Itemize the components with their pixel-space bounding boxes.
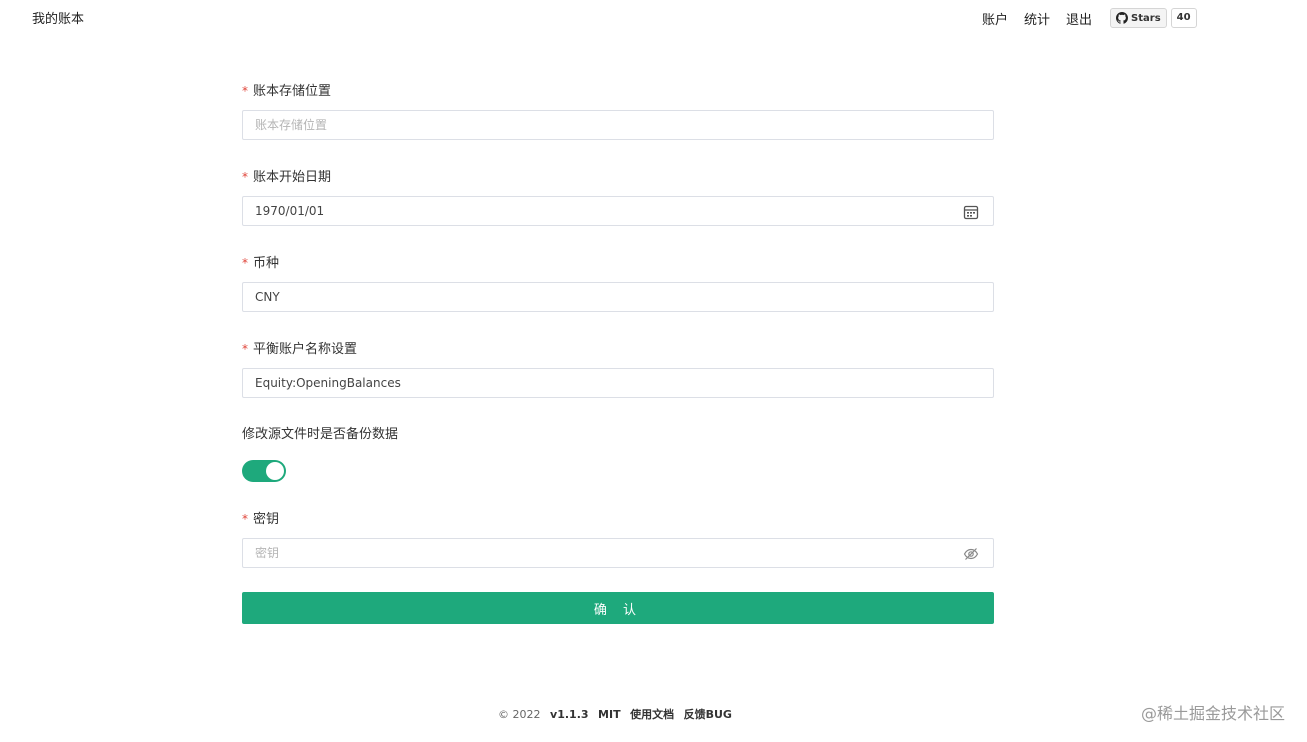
start-date-input[interactable] — [243, 197, 945, 225]
eye-off-icon[interactable] — [963, 546, 979, 562]
nav-item-accounts[interactable]: 账户 — [982, 9, 1008, 28]
storage-field — [242, 110, 994, 140]
github-stars-button[interactable]: Stars — [1110, 8, 1167, 28]
start-date-label: * 账本开始日期 — [242, 168, 994, 186]
secret-label: * 密钥 — [242, 510, 994, 528]
secret-label-text: 密钥 — [253, 512, 280, 527]
watermark: @稀土掘金技术社区 — [1140, 704, 1285, 723]
calendar-icon[interactable] — [963, 204, 979, 220]
storage-label-text: 账本存储位置 — [253, 84, 332, 99]
toggle-knob — [266, 462, 284, 480]
required-mark: * — [242, 256, 248, 270]
currency-input[interactable] — [243, 283, 945, 311]
required-mark: * — [242, 170, 248, 184]
github-icon — [1116, 12, 1129, 24]
nav-item-logout[interactable]: 退出 — [1066, 9, 1092, 28]
balance-account-label-text: 平衡账户名称设置 — [253, 342, 358, 357]
footer-license-link[interactable]: MIT — [598, 708, 621, 721]
storage-location-input[interactable] — [243, 111, 945, 139]
required-mark: * — [242, 512, 248, 526]
secret-field-group: * 密钥 — [242, 510, 994, 568]
secret-input[interactable] — [243, 539, 945, 567]
github-stars-label: Stars — [1131, 12, 1161, 24]
storage-label: * 账本存储位置 — [242, 82, 994, 100]
confirm-button[interactable]: 确 认 — [242, 592, 994, 624]
balance-account-label: * 平衡账户名称设置 — [242, 340, 994, 358]
backup-toggle-switch[interactable] — [242, 460, 286, 482]
currency-label: * 币种 — [242, 254, 994, 272]
nav-item-stats[interactable]: 统计 — [1024, 9, 1050, 28]
currency-field — [242, 282, 994, 312]
github-stars-widget: Stars 40 — [1110, 8, 1197, 28]
github-stars-count[interactable]: 40 — [1170, 8, 1197, 28]
app-title: 我的账本 — [32, 12, 85, 27]
footer: © 2022 v1.1.3 MIT 使用文档 反馈BUG — [0, 706, 1230, 722]
top-navbar: 我的账本 账户 统计 退出 Stars 40 — [0, 0, 1307, 36]
start-date-field-group: * 账本开始日期 — [242, 168, 994, 226]
footer-version: v1.1.3 — [550, 708, 589, 721]
balance-account-field-group: * 平衡账户名称设置 — [242, 340, 994, 398]
footer-docs-link[interactable]: 使用文档 — [630, 708, 674, 721]
nav-menu: 账户 统计 退出 Stars 40 — [982, 8, 1197, 28]
start-date-field — [242, 196, 994, 226]
currency-label-text: 币种 — [253, 256, 280, 271]
secret-field — [242, 538, 994, 568]
required-mark: * — [242, 84, 248, 98]
storage-field-group: * 账本存储位置 — [242, 82, 994, 140]
balance-account-input[interactable] — [243, 369, 945, 397]
backup-label: 修改源文件时是否备份数据 — [242, 427, 399, 442]
settings-form: * 账本存储位置 * 账本开始日期 * 币种 — [242, 82, 994, 624]
required-mark: * — [242, 342, 248, 356]
footer-feedback-link[interactable]: 反馈BUG — [684, 708, 732, 721]
currency-field-group: * 币种 — [242, 254, 994, 312]
backup-field-group: 修改源文件时是否备份数据 — [242, 426, 994, 482]
balance-account-field — [242, 368, 994, 398]
footer-copyright: © 2022 — [498, 708, 541, 721]
start-date-label-text: 账本开始日期 — [253, 170, 332, 185]
